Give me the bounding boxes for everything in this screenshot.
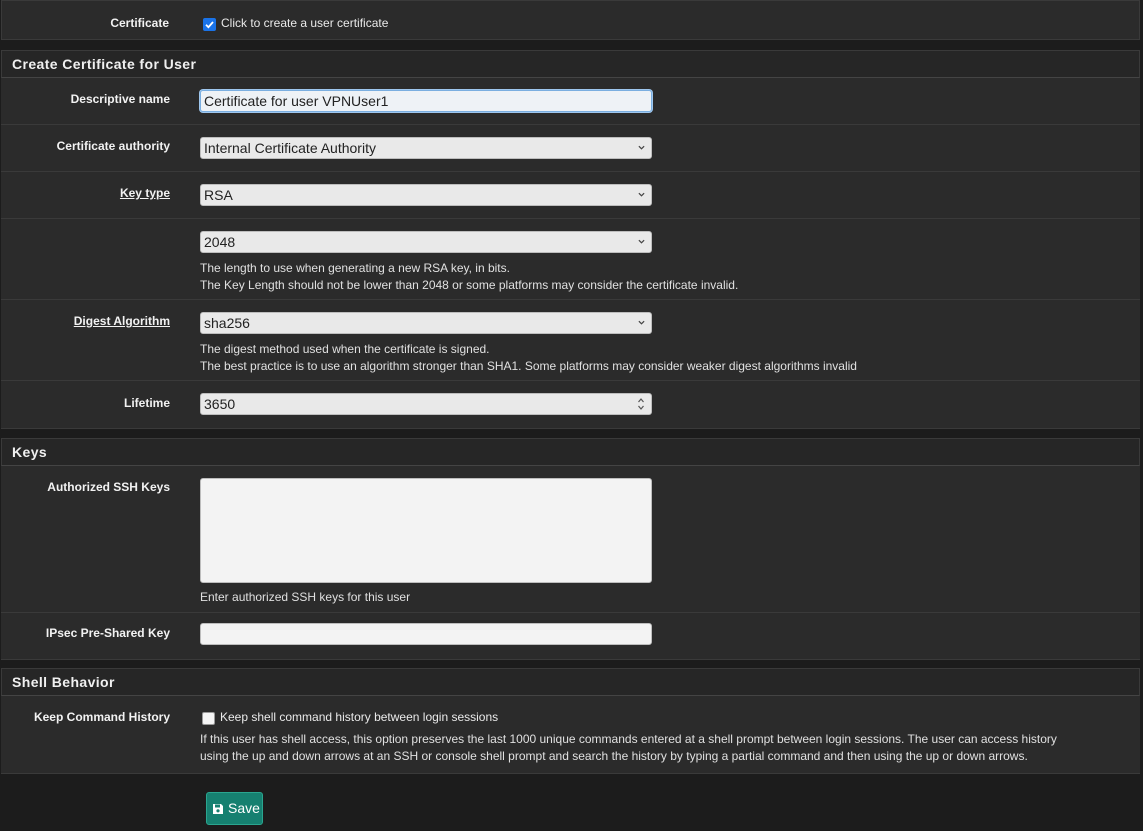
descriptive-name-input[interactable]: Certificate for user VPNUser1 [200, 90, 652, 112]
ipsec-psk-row: IPsec Pre-Shared Key [1, 613, 1140, 660]
certificate-authority-row: Certificate authority Internal Certifica… [1, 125, 1140, 172]
ssh-keys-label: Authorized SSH Keys [47, 480, 170, 494]
descriptive-name-row: Descriptive name Certificate for user VP… [1, 78, 1140, 125]
command-history-checkbox-label: Keep shell command history between login… [220, 710, 499, 724]
section-heading-shell-behavior: Shell Behavior [1, 668, 1140, 696]
checkmark-icon [205, 21, 214, 29]
section-heading-create-certificate: Create Certificate for User [1, 50, 1140, 78]
save-button[interactable]: Save [206, 792, 263, 825]
lifetime-row: Lifetime 3650 [1, 381, 1140, 429]
certificate-label: Certificate [110, 16, 169, 30]
ssh-keys-textarea[interactable] [200, 478, 652, 583]
chevron-down-icon [638, 192, 645, 197]
digest-algorithm-select[interactable]: sha256 [200, 312, 652, 334]
command-history-label: Keep Command History [33, 710, 170, 724]
key-type-row: Key type RSA [1, 172, 1140, 219]
digest-help-1: The digest method used when the certific… [200, 342, 490, 356]
chevron-down-icon [638, 320, 645, 325]
ssh-keys-row: Authorized SSH Keys Enter authorized SSH… [1, 466, 1140, 613]
save-button-label: Save [228, 800, 260, 816]
key-type-select[interactable]: RSA [200, 184, 652, 206]
ssh-keys-help: Enter authorized SSH keys for this user [200, 590, 411, 604]
command-history-help-2: using the up and down arrows at an SSH o… [200, 749, 1028, 763]
ipsec-psk-input[interactable] [200, 623, 652, 645]
key-length-help-2: The Key Length should not be lower than … [200, 278, 739, 292]
floppy-disk-icon [213, 804, 223, 814]
chevron-down-icon [638, 239, 645, 244]
spinner-arrows-icon[interactable] [637, 397, 645, 411]
certificate-row: Certificate Click to create a user certi… [1, 0, 1140, 40]
key-type-label[interactable]: Key type [120, 186, 170, 200]
section-heading-keys: Keys [1, 438, 1140, 466]
ipsec-psk-label: IPsec Pre-Shared Key [45, 626, 170, 640]
certificate-checkbox-label: Click to create a user certificate [221, 16, 389, 30]
digest-algorithm-value: sha256 [204, 315, 250, 331]
key-length-select[interactable]: 2048 [200, 231, 652, 253]
key-length-help-1: The length to use when generating a new … [200, 261, 510, 275]
lifetime-input[interactable]: 3650 [200, 393, 652, 415]
digest-algorithm-label[interactable]: Digest Algorithm [74, 314, 170, 328]
lifetime-value: 3650 [204, 396, 236, 412]
command-history-help-1: If this user has shell access, this opti… [200, 732, 1057, 746]
certificate-authority-label: Certificate authority [56, 139, 170, 153]
certificate-authority-value: Internal Certificate Authority [204, 140, 376, 156]
command-history-checkbox[interactable] [202, 712, 215, 725]
command-history-row: Keep Command History Keep shell command … [1, 696, 1140, 774]
key-length-row: 2048 The length to use when generating a… [1, 219, 1140, 300]
key-type-value: RSA [204, 187, 233, 203]
certificate-authority-select[interactable]: Internal Certificate Authority [200, 137, 652, 159]
chevron-down-icon [638, 145, 645, 150]
digest-help-2: The best practice is to use an algorithm… [200, 359, 857, 373]
certificate-checkbox[interactable] [203, 18, 216, 31]
key-length-value: 2048 [204, 234, 236, 250]
digest-algorithm-row: Digest Algorithm sha256 The digest metho… [1, 300, 1140, 381]
descriptive-name-label: Descriptive name [70, 92, 170, 106]
lifetime-label: Lifetime [123, 396, 170, 410]
